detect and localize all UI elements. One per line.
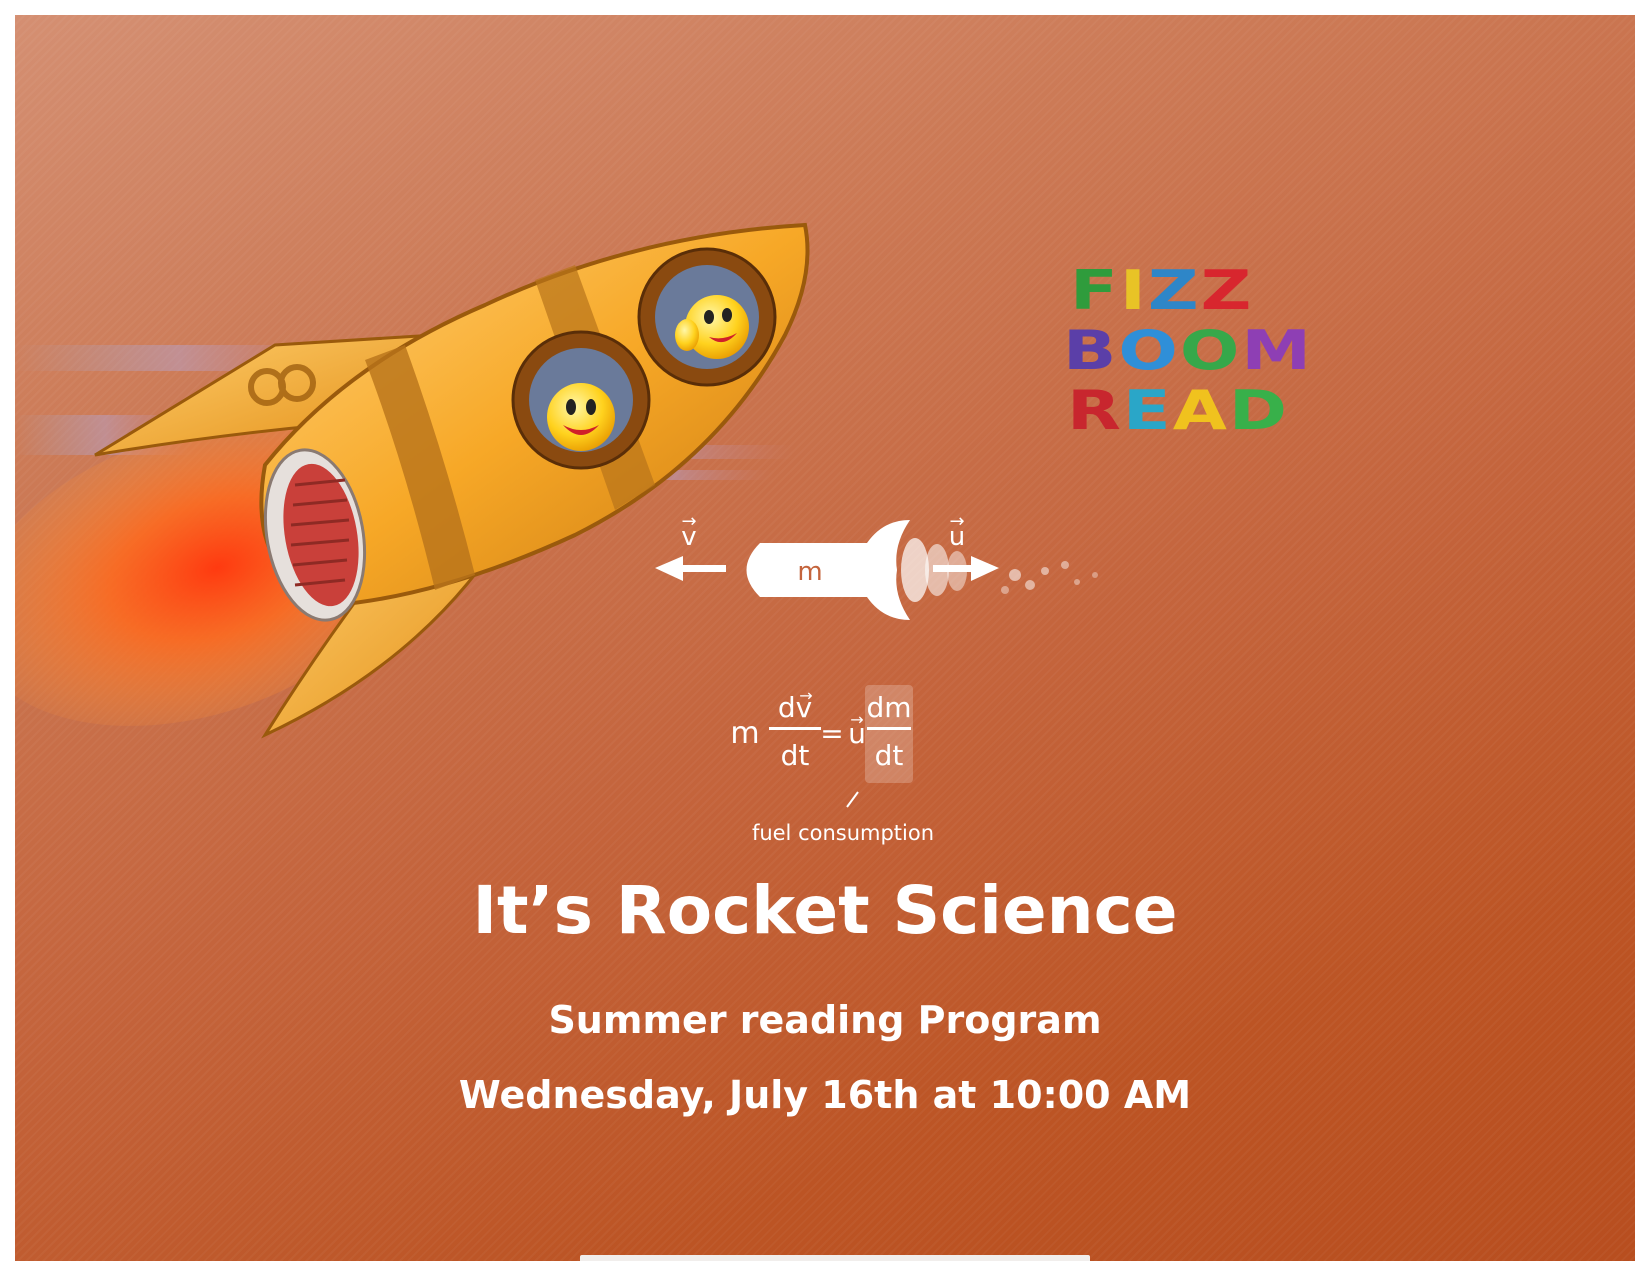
logo-line-fizz: FIZZ — [1070, 263, 1253, 318]
logo-letter: M — [1241, 318, 1314, 383]
svg-text:→: → — [681, 511, 696, 532]
event-title: It’s Rocket Science — [472, 872, 1178, 949]
svg-text:→: → — [799, 686, 812, 705]
equation-denominator-1: dt — [781, 739, 810, 772]
window-upper — [637, 247, 777, 387]
velocity-arrow-icon — [655, 556, 726, 581]
logo-letter: E — [1122, 378, 1173, 443]
window-lower — [511, 330, 651, 470]
logo-letter: Z — [1147, 258, 1201, 323]
equation-mass: m — [730, 716, 759, 751]
event-subtitle: Summer reading Program — [548, 998, 1102, 1042]
exhaust-puffs — [901, 538, 1098, 602]
equation-equals: = — [820, 717, 843, 750]
mass-label: m — [797, 557, 822, 587]
svg-text:→: → — [949, 511, 964, 532]
equation-numerator-2: dm — [866, 691, 911, 724]
logo-letter: A — [1172, 378, 1229, 443]
logo-letter: I — [1119, 258, 1148, 323]
logo-letter: B — [1063, 318, 1119, 383]
logo-letter: O — [1179, 318, 1242, 383]
smiley-face-icon — [547, 383, 615, 451]
logo-letter: F — [1070, 258, 1120, 323]
bottom-bar — [580, 1255, 1090, 1261]
logo-letter: R — [1067, 378, 1123, 443]
flyer: v → m u → m dv → dt = u → dm dt fuel con… — [15, 15, 1635, 1261]
rocket-physics-diagram: v → m u → m dv → dt = u → dm dt fuel con… — [655, 511, 1098, 845]
rocket-equation: m dv → dt = u → dm dt fuel consumption — [730, 685, 934, 845]
logo-letter: Z — [1200, 258, 1254, 323]
logo-letter: O — [1118, 318, 1180, 383]
logo-line-boom: BOOM — [1063, 323, 1313, 378]
logo-line-read: READ — [1067, 383, 1289, 438]
svg-text:→: → — [850, 710, 863, 729]
mass-rocket-shape — [746, 520, 910, 620]
equation-denominator-2: dt — [875, 739, 904, 772]
event-datetime: Wednesday, July 16th at 10:00 AM — [458, 1073, 1192, 1117]
fuel-consumption-caption: fuel consumption — [752, 821, 934, 845]
logo-letter: D — [1228, 378, 1290, 443]
